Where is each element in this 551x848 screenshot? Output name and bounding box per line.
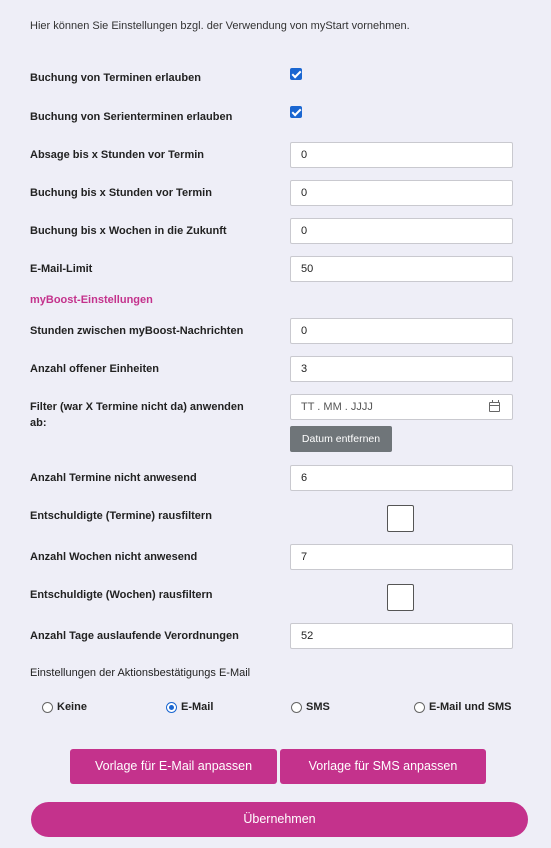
email-limit-label: E-Mail-Limit <box>30 263 93 275</box>
radio-email-label: E-Mail <box>181 701 214 713</box>
radio-option-none[interactable]: Keine <box>42 701 87 713</box>
radio-none-button[interactable] <box>42 701 53 713</box>
email-template-button[interactable]: Vorlage für E-Mail anpassen <box>70 749 277 784</box>
radio-email-sms-label: E-Mail und SMS <box>429 701 512 713</box>
excused-appointments-checkbox[interactable] <box>387 505 414 532</box>
expiring-days-label: Anzahl Tage auslaufende Verordnungen <box>30 630 239 642</box>
radio-sms-button[interactable] <box>291 701 302 713</box>
myboost-hours-label: Stunden zwischen myBoost-Nachrichten <box>30 325 244 337</box>
submit-button[interactable]: Übernehmen <box>31 802 528 837</box>
sms-template-button[interactable]: Vorlage für SMS anpassen <box>280 749 486 784</box>
email-limit-input[interactable]: 50 <box>290 256 513 282</box>
confirmation-label: Einstellungen der Aktionsbestätigungs E-… <box>30 667 251 679</box>
myboost-hours-input[interactable]: 0 <box>290 318 513 344</box>
booking-checkbox[interactable] <box>290 68 302 80</box>
cancel-hours-label: Absage bis x Stunden vor Termin <box>30 149 204 161</box>
absent-weeks-input[interactable]: 7 <box>290 544 513 570</box>
booking-hours-input[interactable]: 0 <box>290 180 513 206</box>
radio-option-email-sms[interactable]: E-Mail und SMS <box>414 701 512 713</box>
series-booking-checkbox[interactable] <box>290 106 302 118</box>
remove-date-button[interactable]: Datum entfernen <box>290 426 392 452</box>
booking-hours-label: Buchung bis x Stunden vor Termin <box>30 187 212 199</box>
booking-label: Buchung von Terminen erlauben <box>30 72 201 84</box>
myboost-section-title: myBoost-Einstellungen <box>30 294 153 306</box>
radio-email-button[interactable] <box>166 701 177 713</box>
filter-date-input[interactable]: TT . MM . JJJJ <box>290 394 513 420</box>
filter-date-placeholder: TT . MM . JJJJ <box>301 401 373 413</box>
radio-none-label: Keine <box>57 701 87 713</box>
excused-weeks-label: Entschuldigte (Wochen) rausfiltern <box>30 589 213 601</box>
radio-sms-label: SMS <box>306 701 330 713</box>
open-units-input[interactable]: 3 <box>290 356 513 382</box>
radio-email-sms-button[interactable] <box>414 701 425 713</box>
filter-date-label: Filter (war X Termine nicht da) anwenden… <box>30 401 244 429</box>
cancel-hours-input[interactable]: 0 <box>290 142 513 168</box>
booking-weeks-label: Buchung bis x Wochen in die Zukunft <box>30 225 227 237</box>
booking-weeks-input[interactable]: 0 <box>290 218 513 244</box>
excused-appointments-label: Entschuldigte (Termine) rausfiltern <box>30 510 212 522</box>
radio-option-email[interactable]: E-Mail <box>166 701 213 713</box>
absent-appointments-input[interactable]: 6 <box>290 465 513 491</box>
calendar-icon[interactable] <box>489 400 500 412</box>
absent-appointments-label: Anzahl Termine nicht anwesend <box>30 472 197 484</box>
intro-text: Hier können Sie Einstellungen bzgl. der … <box>30 20 410 32</box>
absent-weeks-label: Anzahl Wochen nicht anwesend <box>30 551 198 563</box>
open-units-label: Anzahl offener Einheiten <box>30 363 159 375</box>
settings-page: Hier können Sie Einstellungen bzgl. der … <box>0 0 551 848</box>
expiring-days-input[interactable]: 52 <box>290 623 513 649</box>
radio-option-sms[interactable]: SMS <box>291 701 330 713</box>
excused-weeks-checkbox[interactable] <box>387 584 414 611</box>
series-booking-label: Buchung von Serienterminen erlauben <box>30 111 233 123</box>
